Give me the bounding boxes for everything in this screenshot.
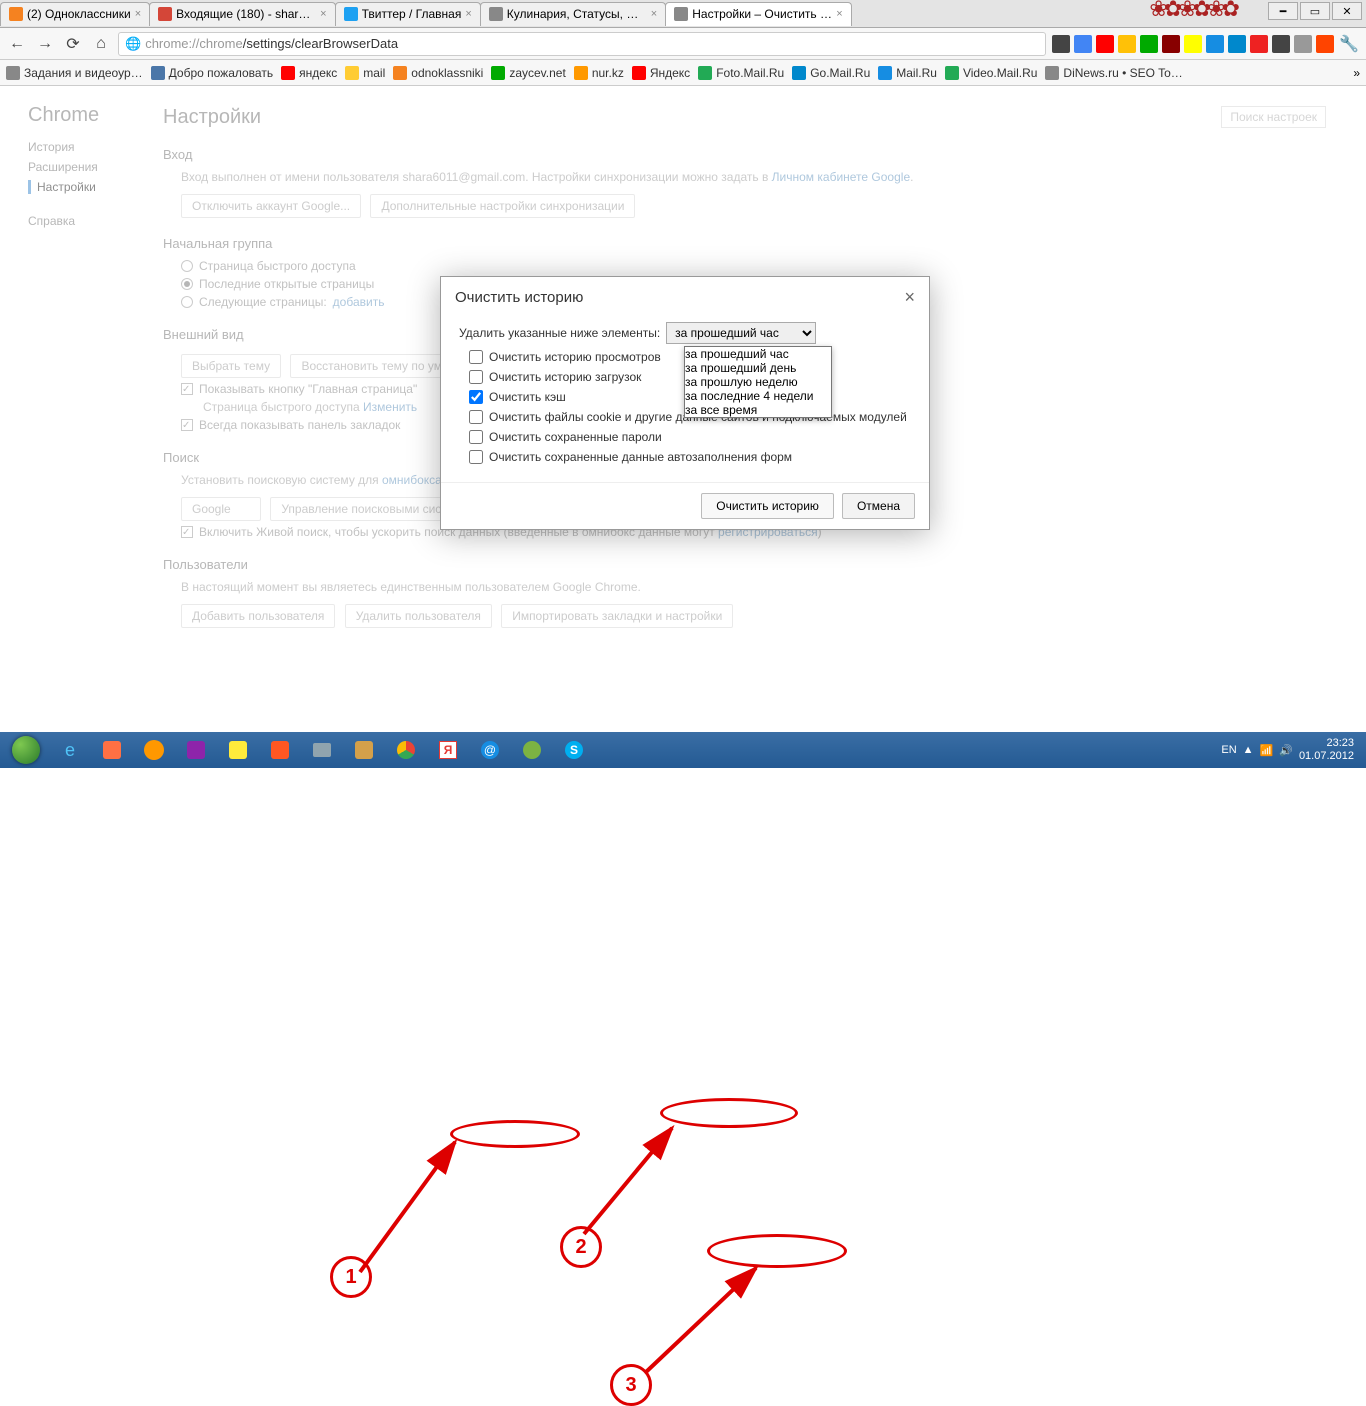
extension-icon[interactable] [1074, 35, 1092, 53]
browser-tab[interactable]: (2) Одноклассники × [0, 2, 150, 26]
extension-icon[interactable] [1096, 35, 1114, 53]
extension-icon[interactable] [1316, 35, 1334, 53]
minimize-button[interactable]: ━ [1268, 2, 1298, 20]
theme-decoration: ❀✿❀✿❀✿ [1149, 0, 1236, 22]
wrench-icon[interactable]: 🔧 [1338, 33, 1360, 55]
tab-title: Твиттер / Главная [362, 7, 462, 21]
bookmarks-overflow-button[interactable]: » [1353, 66, 1360, 80]
time-range-select[interactable]: за прошедший час [666, 322, 816, 344]
browser-tab[interactable]: Твиттер / Главная× [335, 2, 481, 26]
dropdown-option[interactable]: за прошедший день [685, 361, 831, 375]
bookmark-item[interactable]: Go.Mail.Ru [792, 66, 870, 80]
home-button[interactable]: ⌂ [90, 33, 112, 55]
browser-tab-active[interactable]: Настройки – Очистить ис… × [665, 2, 851, 26]
extension-icon[interactable] [1184, 35, 1202, 53]
bookmark-item[interactable]: Яндекс [632, 66, 690, 80]
taskbar-app[interactable] [344, 735, 384, 765]
tab-title: Кулинария, Статусы, Цит… [507, 7, 647, 21]
dialog-close-button[interactable]: × [904, 287, 915, 308]
extension-icon[interactable] [1228, 35, 1246, 53]
dialog-title: Очистить историю [455, 289, 583, 306]
maximize-button[interactable]: ▭ [1300, 2, 1330, 20]
time-range-dropdown-open: за прошедший час за прошедший день за пр… [684, 346, 832, 418]
bookmark-item[interactable]: nur.kz [574, 66, 624, 80]
tray-lang[interactable]: EN [1221, 744, 1236, 756]
bookmark-item[interactable]: Задания и видеоур… [6, 66, 143, 80]
bookmark-item[interactable]: Mail.Ru [878, 66, 937, 80]
extension-icon[interactable] [1294, 35, 1312, 53]
tray-volume-icon[interactable]: 🔊 [1279, 744, 1293, 757]
taskbar-app[interactable] [260, 735, 300, 765]
url-path: /settings/clearBrowserData [243, 36, 398, 51]
tab-title: (2) Одноклассники [27, 7, 131, 21]
extension-icon[interactable] [1140, 35, 1158, 53]
taskbar-app[interactable] [92, 735, 132, 765]
close-icon[interactable]: × [836, 8, 842, 20]
address-bar[interactable]: 🌐 chrome://chrome/settings/clearBrowserD… [118, 32, 1046, 56]
dropdown-option[interactable]: за все время [685, 403, 831, 417]
tab-title: Входящие (180) - shara601… [176, 7, 316, 21]
bookmark-item[interactable]: Video.Mail.Ru [945, 66, 1037, 80]
dialog-prompt: Удалить указанные ниже элементы: [459, 326, 660, 340]
extension-icon[interactable] [1250, 35, 1268, 53]
close-icon[interactable]: × [135, 8, 141, 20]
url-host: chrome://chrome [145, 36, 243, 51]
system-tray: EN ▲ 📶 🔊 23:23 01.07.2012 [1221, 737, 1362, 763]
browser-tab[interactable]: Кулинария, Статусы, Цит… × [480, 2, 666, 26]
close-icon[interactable]: × [651, 8, 657, 20]
tray-clock[interactable]: 23:23 01.07.2012 [1299, 737, 1354, 763]
extension-icons: 🔧 [1052, 33, 1360, 55]
taskbar-app[interactable] [176, 735, 216, 765]
bookmark-item[interactable]: Foto.Mail.Ru [698, 66, 784, 80]
taskbar-app[interactable]: @ [470, 735, 510, 765]
taskbar-app[interactable] [134, 735, 174, 765]
bookmark-item[interactable]: zaycev.net [491, 66, 565, 80]
forward-button[interactable]: → [34, 33, 56, 55]
taskbar-app[interactable]: e [50, 735, 90, 765]
tray-network-icon[interactable]: 📶 [1260, 744, 1274, 757]
back-button[interactable]: ← [6, 33, 28, 55]
close-button[interactable]: ✕ [1332, 2, 1362, 20]
dropdown-option[interactable]: за прошедший час [685, 347, 831, 361]
taskbar: e Я @ S EN ▲ 📶 🔊 23:23 01.07.2012 [0, 732, 1366, 768]
tray-flag-icon[interactable]: ▲ [1243, 744, 1254, 756]
cancel-button[interactable]: Отмена [842, 493, 915, 519]
browser-tab[interactable]: Входящие (180) - shara601… × [149, 2, 335, 26]
start-button[interactable] [4, 732, 48, 768]
extension-icon[interactable] [1162, 35, 1180, 53]
browser-tabs-row: (2) Одноклассники × Входящие (180) - shar… [0, 0, 1366, 28]
extension-icon[interactable] [1052, 35, 1070, 53]
taskbar-app[interactable] [218, 735, 258, 765]
tab-title: Настройки – Очистить ис… [692, 7, 832, 21]
close-icon[interactable]: × [465, 8, 471, 20]
bookmark-item[interactable]: mail [345, 66, 385, 80]
globe-icon: 🌐 [125, 36, 141, 52]
bookmark-item[interactable]: odnoklassniki [393, 66, 483, 80]
bookmark-item[interactable]: Добро пожаловать [151, 66, 273, 80]
close-icon[interactable]: × [320, 8, 326, 20]
dropdown-option-highlighted[interactable]: за прошлую неделю [685, 375, 831, 389]
taskbar-app-chrome[interactable] [386, 735, 426, 765]
extension-icon[interactable] [1118, 35, 1136, 53]
browser-toolbar: ← → ⟳ ⌂ 🌐 chrome://chrome/settings/clear… [0, 28, 1366, 60]
reload-button[interactable]: ⟳ [62, 33, 84, 55]
checkbox-clear-autofill[interactable]: Очистить сохраненные данные автозаполнен… [469, 450, 911, 464]
taskbar-app[interactable] [302, 735, 342, 765]
checkbox-clear-passwords[interactable]: Очистить сохраненные пароли [469, 430, 911, 444]
dropdown-option[interactable]: за последние 4 недели [685, 389, 831, 403]
window-controls: ━ ▭ ✕ [1268, 2, 1362, 20]
bookmark-item[interactable]: яндекс [281, 66, 337, 80]
taskbar-app[interactable] [512, 735, 552, 765]
bookmarks-bar: Задания и видеоур… Добро пожаловать янде… [0, 60, 1366, 86]
bookmark-item[interactable]: DiNews.ru • SEO To… [1045, 66, 1182, 80]
clear-button[interactable]: Очистить историю [701, 493, 834, 519]
taskbar-app[interactable]: Я [428, 735, 468, 765]
extension-icon[interactable] [1272, 35, 1290, 53]
taskbar-app-skype[interactable]: S [554, 735, 594, 765]
extension-icon[interactable] [1206, 35, 1224, 53]
